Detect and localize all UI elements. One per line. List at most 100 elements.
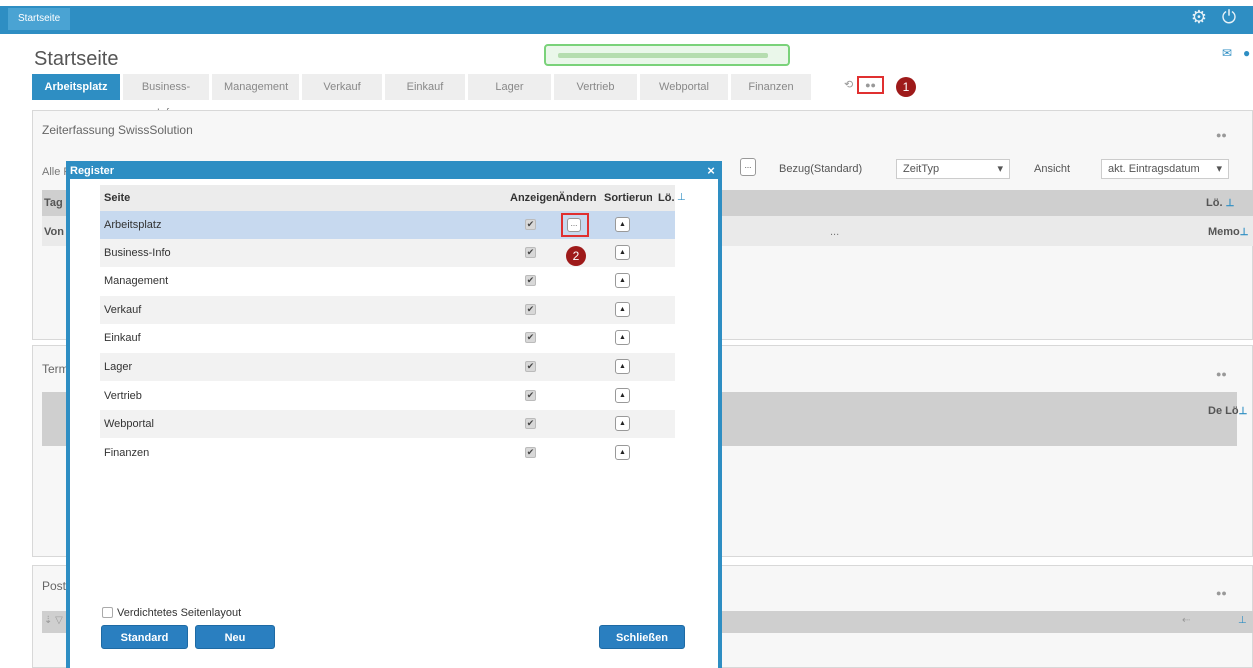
register-row-label: Webportal xyxy=(104,418,154,430)
gear-icon[interactable]: ⚙ xyxy=(1188,6,1210,28)
tab-lager[interactable]: Lager xyxy=(468,74,551,100)
annotation-marker-1: 1 xyxy=(896,77,916,97)
register-row-finanzen[interactable]: Finanzen ✔ ▲ xyxy=(100,439,675,467)
panel-post-title: Post xyxy=(42,579,67,593)
sort-up-button[interactable]: ▲ xyxy=(615,416,630,431)
column-de-lo-label: De Lö xyxy=(1208,405,1239,417)
sort-up-button[interactable]: ▲ xyxy=(615,217,630,232)
column-settings-icon[interactable]: ⊥ xyxy=(1239,406,1248,417)
column-de-lo: De Lö⊥ xyxy=(1208,405,1247,417)
panel-post-dots-icon[interactable]: ●● xyxy=(1216,588,1227,598)
sort-up-button[interactable]: ▲ xyxy=(615,245,630,260)
panel-zeiterfassung-dots-icon[interactable]: ●● xyxy=(1216,130,1227,140)
column-aendern[interactable]: Ändern xyxy=(558,192,597,204)
column-memo: Memo⊥ xyxy=(1208,226,1249,238)
mail-icon[interactable]: ✉ xyxy=(1222,46,1236,60)
ansicht-select[interactable]: akt. Eintragsdatum ▾ xyxy=(1101,159,1229,179)
anzeigen-checkbox[interactable]: ✔ xyxy=(525,247,536,258)
column-settings-icon[interactable]: ⊥ xyxy=(677,192,686,203)
anzeigen-checkbox[interactable]: ✔ xyxy=(525,418,536,429)
register-row-business-info[interactable]: Business-Info ✔ ▲ xyxy=(100,239,675,267)
register-row-management[interactable]: Management ✔ ▲ xyxy=(100,267,675,295)
tab-settings-dots-icon[interactable]: ●● xyxy=(857,76,884,94)
register-row-verkauf[interactable]: Verkauf ✔ ▲ xyxy=(100,296,675,324)
register-row-label: Finanzen xyxy=(104,447,150,459)
sort-up-button[interactable]: ▲ xyxy=(615,302,630,317)
sort-up-button[interactable]: ▲ xyxy=(615,445,630,460)
anzeigen-checkbox[interactable]: ✔ xyxy=(525,390,536,401)
annotation-marker-2: 2 xyxy=(566,246,586,266)
register-row-label: Business-Info xyxy=(104,247,171,259)
register-row-lager[interactable]: Lager ✔ ▲ xyxy=(100,353,675,381)
compact-layout-checkbox[interactable] xyxy=(102,607,113,618)
top-bar-strip xyxy=(0,6,1253,34)
bg-ellipsis-button[interactable]: ... xyxy=(740,158,756,176)
register-row-label: Verkauf xyxy=(104,304,142,316)
tab-finanzen[interactable]: Finanzen xyxy=(731,74,811,100)
zeittyp-select[interactable]: ZeitTyp ▾ xyxy=(896,159,1010,179)
register-row-label: Lager xyxy=(104,361,133,373)
sort-up-button[interactable]: ▲ xyxy=(615,359,630,374)
register-row-label: Einkauf xyxy=(104,332,141,344)
ansicht-label: Ansicht xyxy=(1034,163,1071,175)
column-von: Von xyxy=(44,226,64,238)
column-settings-icon[interactable]: ⊥ xyxy=(1226,198,1235,209)
anzeigen-checkbox[interactable]: ✔ xyxy=(525,275,536,286)
sort-up-button[interactable]: ▲ xyxy=(615,330,630,345)
column-anzeigen[interactable]: Anzeigen xyxy=(510,192,559,204)
page-title: Startseite xyxy=(34,48,119,70)
tab-webportal[interactable]: Webportal xyxy=(640,74,728,100)
anzeigen-checkbox[interactable]: ✔ xyxy=(525,304,536,315)
tab-business-info[interactable]: Business-Info xyxy=(123,74,209,119)
bezug-label: Bezug(Standard) xyxy=(779,163,863,175)
close-icon[interactable]: × xyxy=(704,164,718,178)
anzeigen-checkbox[interactable]: ✔ xyxy=(525,361,536,372)
top-tab-startseite[interactable]: Startseite xyxy=(8,8,71,30)
tab-einkauf[interactable]: Einkauf xyxy=(385,74,465,100)
chevron-down-icon: ▾ xyxy=(997,163,1003,175)
chat-icon[interactable]: ● xyxy=(1243,46,1253,60)
anzeigen-checkbox[interactable]: ✔ xyxy=(525,219,536,230)
anzeigen-checkbox[interactable]: ✔ xyxy=(525,332,536,343)
register-row-label: Management xyxy=(104,275,169,287)
page-tabs: Arbeitsplatz Business-Info Management Ve… xyxy=(32,74,811,119)
column-tag: Tag xyxy=(44,197,63,209)
register-row-vertrieb[interactable]: Vertrieb ✔ ▲ xyxy=(100,382,675,410)
register-row-label: Vertrieb xyxy=(104,390,142,402)
chevron-down-icon: ▾ xyxy=(1216,163,1222,175)
panel-termine-dots-icon[interactable]: ●● xyxy=(1216,369,1227,379)
column-lo: Lö. ⊥ xyxy=(1206,197,1234,209)
column-lo-label: Lö. xyxy=(1206,197,1223,209)
anzeigen-checkbox[interactable]: ✔ xyxy=(525,447,536,458)
notice-blurred-text xyxy=(558,53,768,58)
tab-vertrieb[interactable]: Vertrieb xyxy=(554,74,637,100)
register-row-webportal[interactable]: Webportal ✔ ▲ xyxy=(100,410,675,438)
zeittyp-value: ZeitTyp xyxy=(903,163,940,175)
column-seite[interactable]: Seite xyxy=(104,192,130,204)
standard-button[interactable]: Standard xyxy=(101,625,188,649)
panel-termine-title: Term xyxy=(42,362,69,376)
column-sortierung[interactable]: Sortierung xyxy=(604,192,652,204)
sort-up-button[interactable]: ▲ xyxy=(615,388,630,403)
compact-layout-label: Verdichtetes Seitenlayout xyxy=(117,607,242,619)
power-icon[interactable]: ⏻ xyxy=(1218,6,1240,28)
edit-ellipsis-button[interactable]: ... xyxy=(567,218,581,232)
ansicht-value: akt. Eintragsdatum xyxy=(1108,163,1200,175)
close-button[interactable]: Schließen xyxy=(599,625,685,649)
tab-arbeitsplatz[interactable]: Arbeitsplatz xyxy=(32,74,120,100)
register-row-einkauf[interactable]: Einkauf ✔ ▲ xyxy=(100,324,675,352)
refresh-icon[interactable]: ⟲ xyxy=(844,78,854,92)
new-button[interactable]: Neu xyxy=(195,625,275,649)
column-settings-icon[interactable]: ⊥ xyxy=(1240,227,1249,238)
column-memo-label: Memo xyxy=(1208,226,1240,238)
sort-up-button[interactable]: ▲ xyxy=(615,273,630,288)
tab-verkauf[interactable]: Verkauf xyxy=(302,74,382,100)
tab-management[interactable]: Management xyxy=(212,74,299,100)
arrow-left-icon[interactable]: ⇠ xyxy=(1182,615,1190,626)
register-row-label: Arbeitsplatz xyxy=(104,219,162,231)
filter-icon[interactable]: ⇣ ▽ xyxy=(44,615,63,626)
column-loeschen[interactable]: Lö. xyxy=(658,192,675,204)
column-settings-icon[interactable]: ⊥ xyxy=(1238,615,1247,626)
dialog-title: Register xyxy=(70,165,115,177)
row-ellipsis: ... xyxy=(830,226,840,238)
